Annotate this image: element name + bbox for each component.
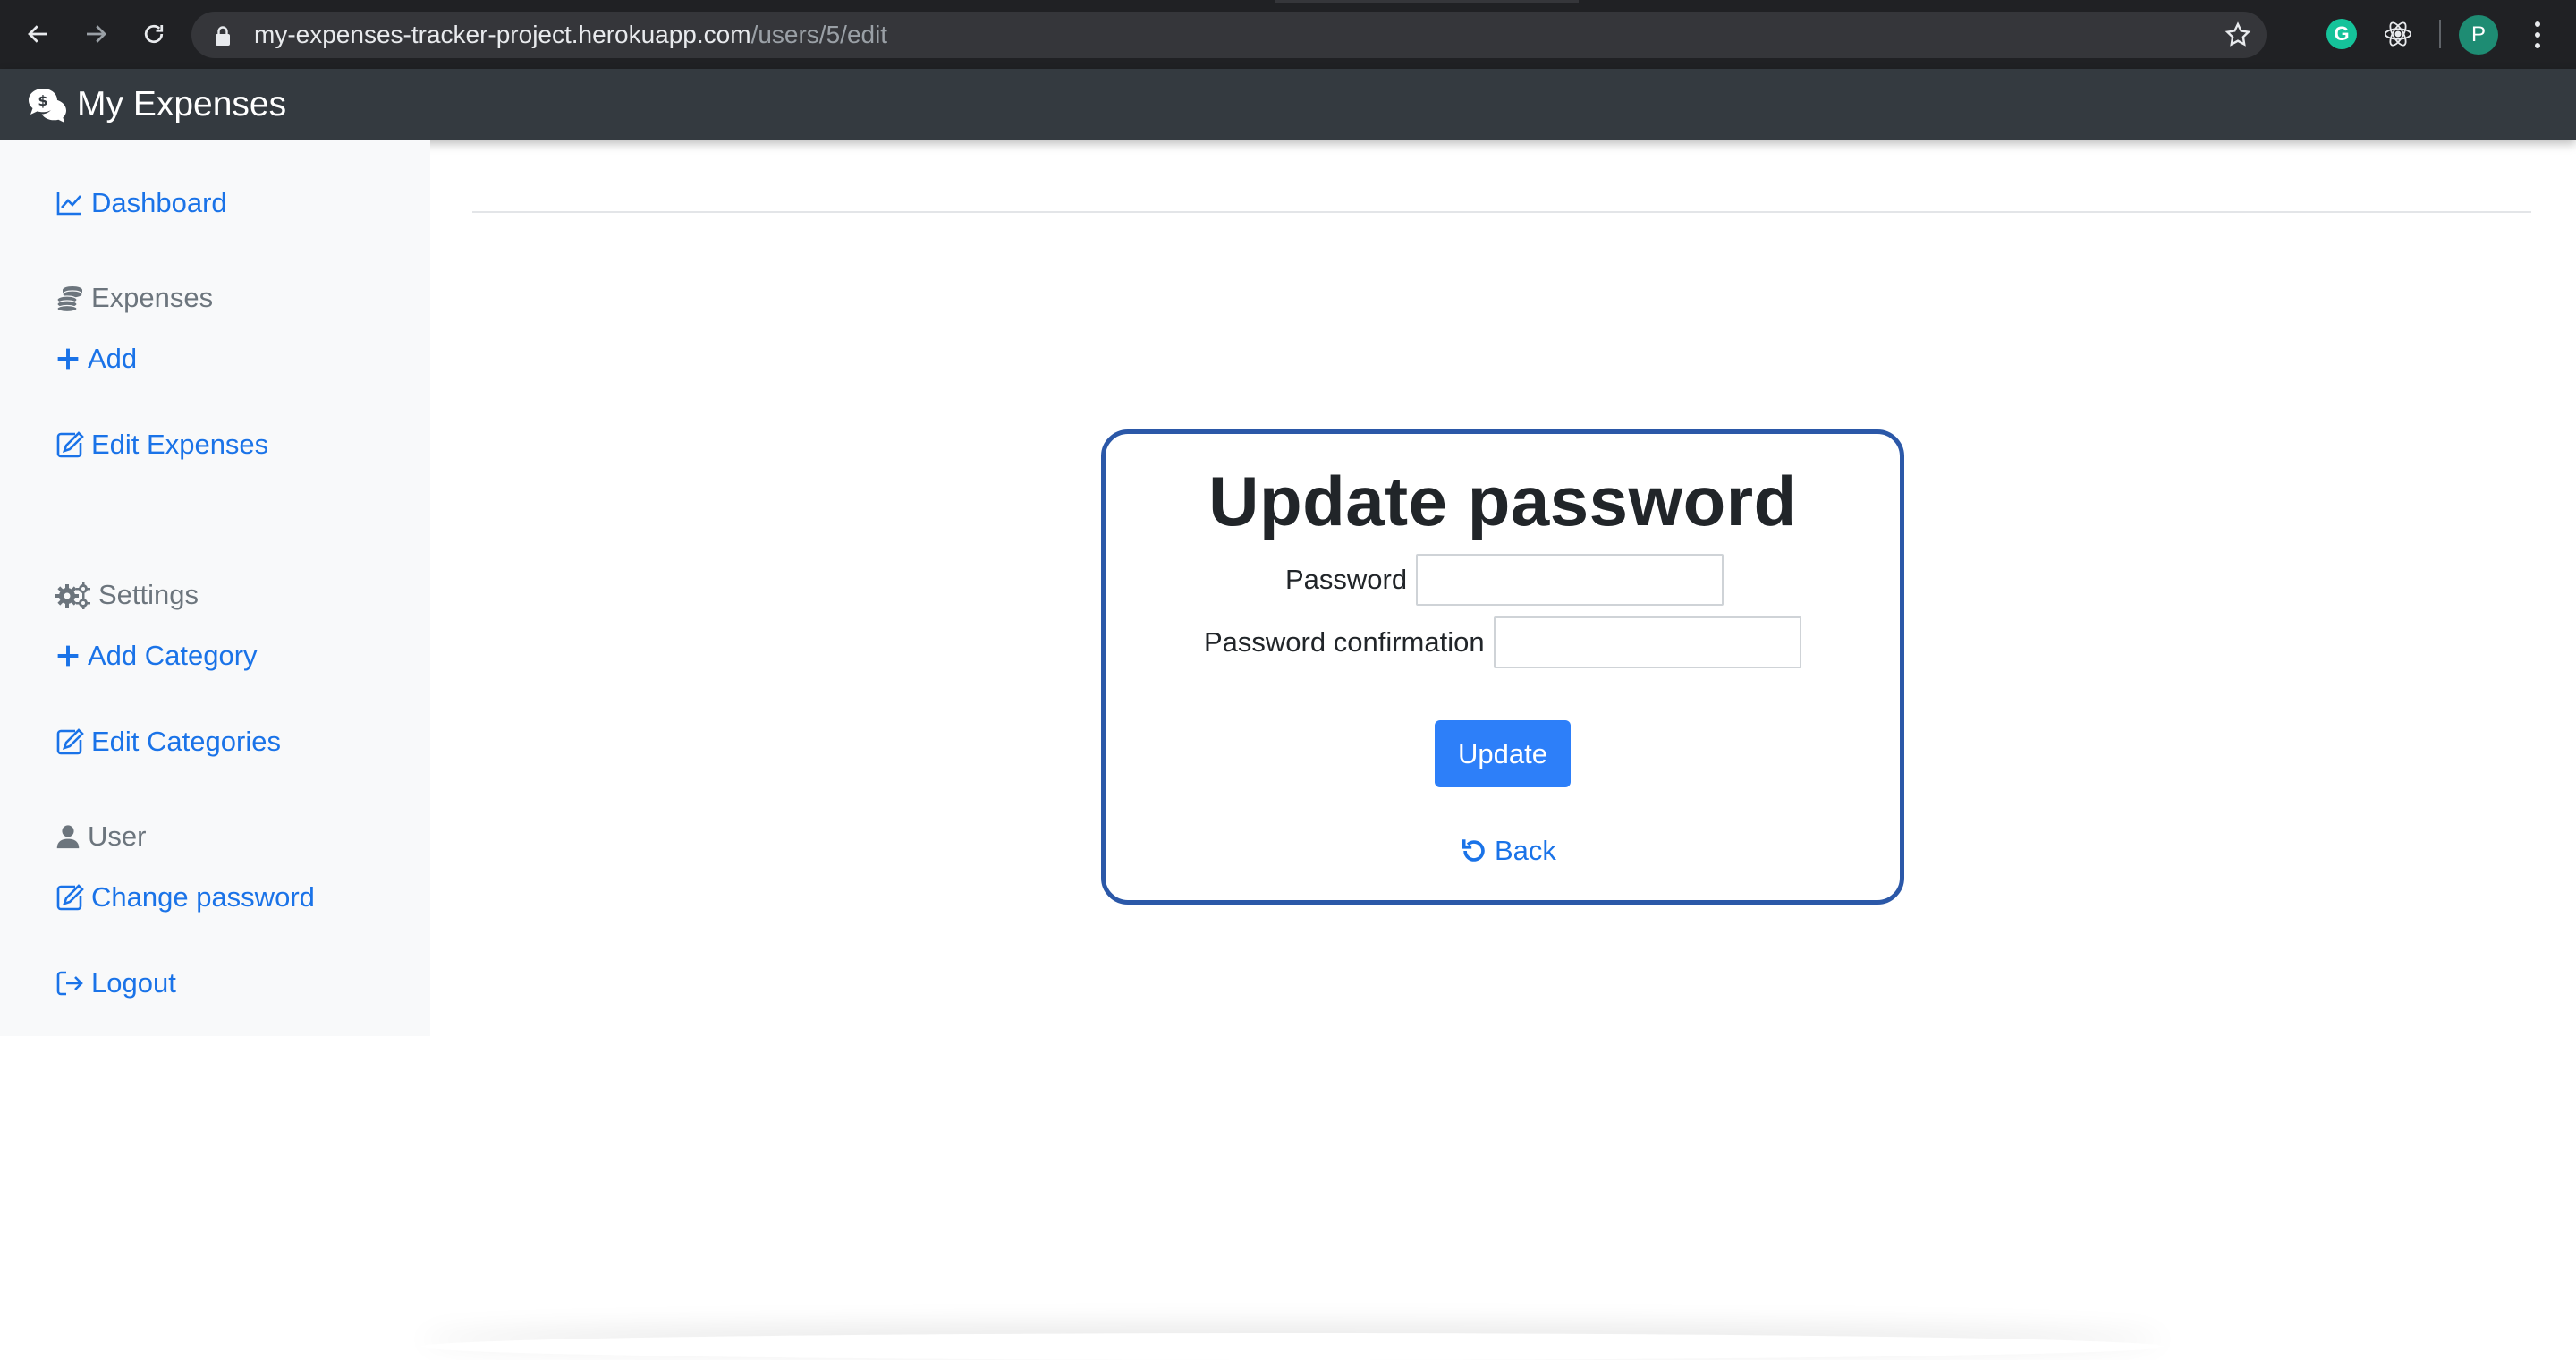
sidebar-item-label: Add [88, 343, 138, 374]
address-bar[interactable]: my-expenses-tracker-project.herokuapp.co… [191, 12, 2267, 58]
profile-avatar[interactable]: P [2459, 15, 2498, 55]
coins-icon [56, 286, 83, 312]
sidebar-item-edit-categories[interactable]: Edit Categories [55, 726, 281, 758]
back-arrow-icon[interactable] [20, 15, 57, 53]
edit-icon [56, 728, 84, 755]
profile-initial: P [2470, 22, 2486, 47]
sidebar-item-change-password[interactable]: Change password [55, 881, 315, 914]
forward-arrow-icon[interactable] [77, 15, 114, 53]
sign-out-icon [56, 971, 83, 996]
password-confirmation-label: Password confirmation [1204, 626, 1485, 658]
brand-title: My Expenses [77, 85, 287, 123]
sidebar-heading-label: Settings [98, 579, 199, 610]
password-row: Password [1285, 554, 1724, 606]
sidebar-heading-user: User [55, 820, 146, 853]
app-navbar: $ My Expenses [0, 69, 2576, 140]
cogs-icon [55, 582, 90, 609]
password-field[interactable] [1416, 554, 1724, 606]
active-tab-indicator [1275, 0, 1579, 3]
edit-icon [56, 884, 84, 911]
sidebar-item-logout[interactable]: Logout [55, 967, 176, 999]
user-icon [56, 825, 80, 849]
brand-link[interactable]: $ My Expenses [27, 85, 286, 124]
password-confirmation-row: Password confirmation [1204, 616, 1801, 668]
url-host: my-expenses-tracker-project.herokuapp.co… [254, 21, 751, 48]
update-password-card: Update password Password Password confir… [1101, 429, 1904, 905]
chart-line-icon [56, 192, 81, 216]
back-label: Back [1495, 835, 1556, 866]
back-link[interactable]: Back [1459, 835, 1556, 867]
sidebar-item-label: Edit Categories [91, 726, 281, 757]
url-path: /users/5/edit [750, 21, 888, 48]
sidebar-heading-label: Expenses [91, 282, 214, 313]
browser-chrome: my-expenses-tracker-project.herokuapp.co… [0, 0, 2576, 69]
page-title: Update password [1208, 462, 1797, 540]
grammarly-icon[interactable]: G [2326, 19, 2357, 49]
sidebar-item-add-category[interactable]: Add Category [55, 640, 258, 672]
password-confirmation-field[interactable] [1493, 616, 1801, 668]
svg-text:$: $ [38, 92, 47, 109]
footer-shadow [420, 1333, 2165, 1360]
money-chat-icon: $ [29, 89, 66, 123]
more-vert-icon[interactable] [2524, 20, 2551, 50]
sidebar-item-label: Change password [91, 881, 315, 913]
sidebar-item-label: Edit Expenses [91, 429, 269, 460]
sidebar-item-label: Dashboard [91, 187, 227, 218]
update-button[interactable]: Update [1435, 720, 1571, 787]
plus-icon [57, 348, 79, 370]
content-divider [472, 211, 2531, 213]
sidebar-heading-settings: Settings [55, 579, 199, 611]
sidebar-item-edit-expenses[interactable]: Edit Expenses [55, 429, 268, 461]
url-text: my-expenses-tracker-project.herokuapp.co… [254, 22, 887, 47]
sidebar-heading-label: User [88, 820, 147, 852]
toolbar-separator [2439, 20, 2441, 48]
reload-icon[interactable] [135, 15, 173, 53]
sidebar-item-dashboard[interactable]: Dashboard [55, 187, 227, 219]
react-devtools-icon[interactable] [2383, 19, 2413, 49]
sidebar-item-label: Add Category [88, 640, 258, 671]
sidebar-item-label: Logout [91, 967, 176, 999]
password-label: Password [1285, 564, 1408, 595]
star-icon[interactable] [2224, 21, 2252, 49]
lock-icon [213, 25, 233, 47]
grammarly-letter: G [2334, 22, 2350, 45]
plus-icon [57, 645, 79, 667]
sidebar: Dashboard Expenses Add Edit Expenses Set… [0, 140, 430, 1036]
sidebar-heading-expenses: Expenses [55, 282, 213, 314]
sidebar-item-add[interactable]: Add [55, 343, 137, 375]
edit-icon [56, 431, 84, 458]
undo-icon [1462, 839, 1485, 862]
